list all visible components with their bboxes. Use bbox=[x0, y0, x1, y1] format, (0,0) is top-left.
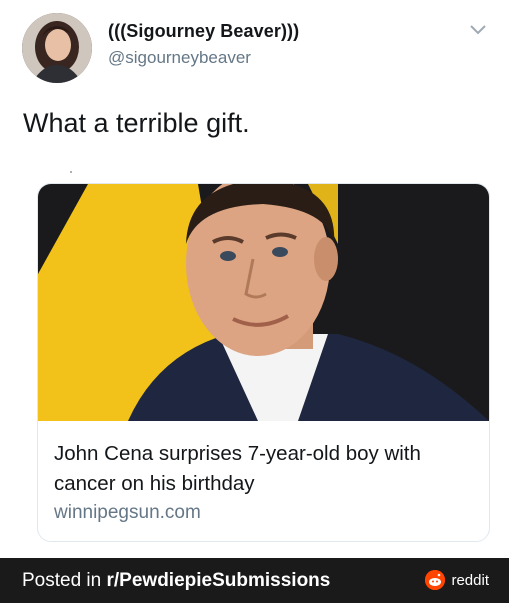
reddit-footer-bar: Posted in r/PewdiepieSubmissions reddit bbox=[0, 558, 509, 603]
subreddit-link[interactable]: r/PewdiepieSubmissions bbox=[107, 570, 331, 591]
posted-in-text: Posted in r/PewdiepieSubmissions bbox=[22, 570, 330, 592]
avatar-photo bbox=[22, 13, 92, 83]
reddit-brand[interactable]: reddit bbox=[425, 570, 489, 590]
card-title[interactable]: John Cena surprises 7-year-old boy with … bbox=[54, 439, 474, 499]
avatar[interactable] bbox=[22, 13, 92, 83]
card-domain[interactable]: winnipegsun.com bbox=[54, 502, 201, 524]
separator-dot bbox=[70, 171, 72, 173]
link-card[interactable]: John Cena surprises 7-year-old boy with … bbox=[37, 183, 490, 542]
chevron-down-icon[interactable] bbox=[469, 24, 487, 36]
tweet-text: What a terrible gift. bbox=[23, 108, 250, 138]
display-name[interactable]: (((Sigourney Beaver))) bbox=[108, 21, 299, 42]
reddit-brand-label: reddit bbox=[451, 571, 489, 589]
posted-prefix: Posted in bbox=[22, 570, 107, 591]
reddit-logo-icon bbox=[425, 570, 446, 590]
user-handle[interactable]: @sigourneybeaver bbox=[108, 48, 251, 68]
card-image bbox=[38, 184, 489, 421]
